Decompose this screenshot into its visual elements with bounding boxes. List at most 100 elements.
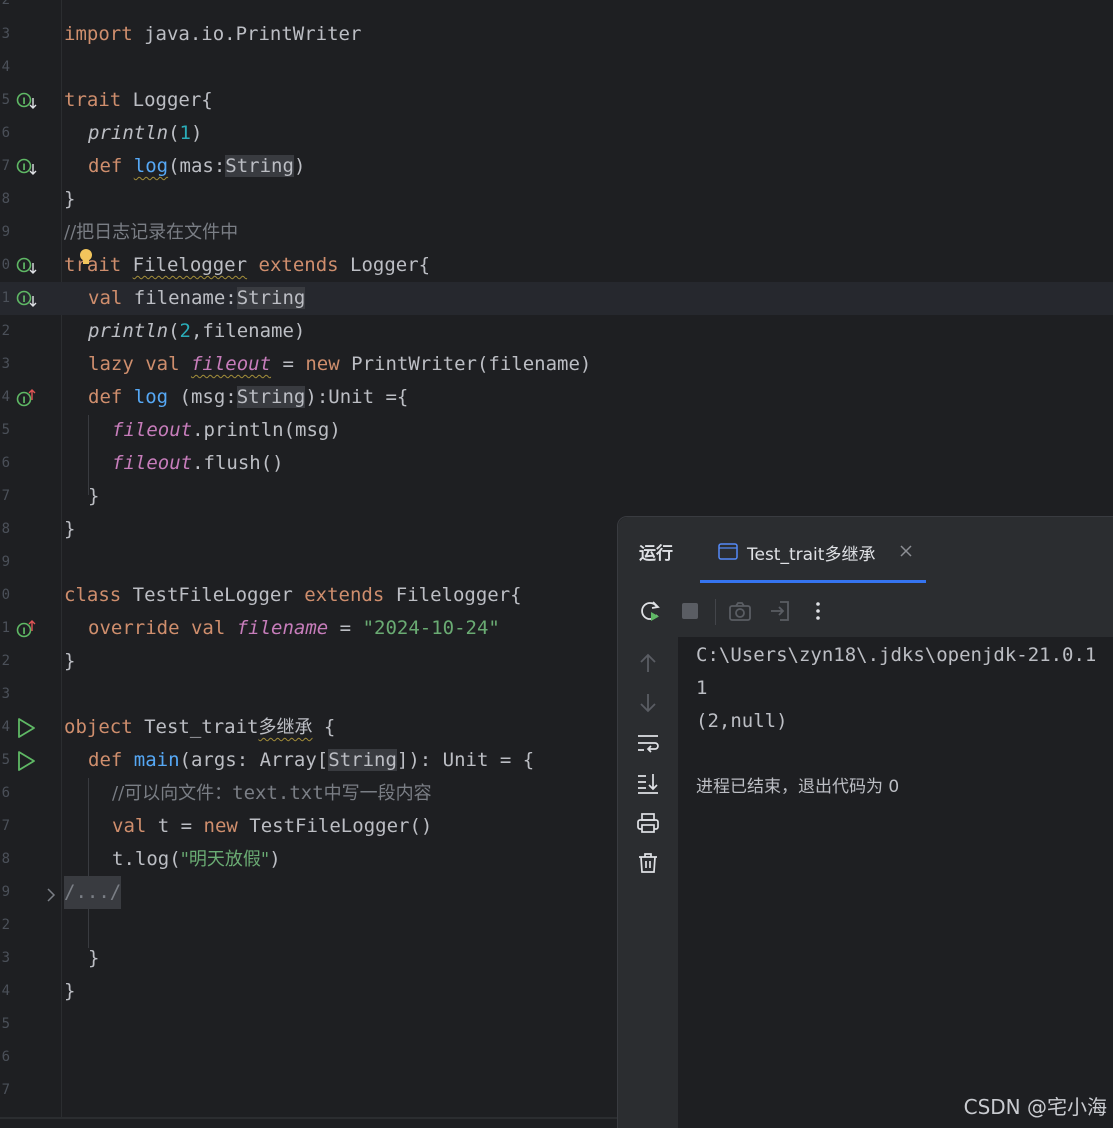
line-number: 5 [1,1016,10,1032]
arrow-up-icon[interactable] [636,651,660,675]
line-number: 1 [1,290,10,306]
code-text: lazy val fileout = new PrintWriter(filen… [88,353,592,375]
implemented-down-icon[interactable]: I [16,157,38,177]
code-line: 2 println(2,filename) [0,315,1113,348]
code-text: } [88,947,100,969]
line-number: 7 [1,158,10,174]
code-text: def main(args: Array[String]): Unit = { [88,749,535,771]
more-options-icon[interactable] [806,599,830,623]
line-number: 3 [1,26,10,42]
run-toolbar [618,583,1113,637]
console-tab-icon [718,543,738,560]
comment-text: //把日志记录在文件中 [64,222,239,243]
code-text: } [64,650,76,672]
line-number: 7 [1,488,10,504]
code-text: t.log("明天放假") [112,848,281,870]
comment-text: //可以向文件：text.txt中写一段内容 [112,782,432,804]
run-icon[interactable] [16,751,38,771]
implemented-down-icon[interactable]: I [16,256,38,276]
console-line: (2,null) [696,710,788,732]
console-line: C:\Users\zyn18\.jdks\openjdk-21.0.1 [696,644,1097,666]
print-icon[interactable] [636,811,660,835]
stop-icon[interactable] [678,599,702,623]
code-line: 2 [0,0,1113,17]
svg-text:I: I [22,163,25,173]
code-line: 8 } [0,183,1113,216]
lightbulb-icon[interactable] [78,248,94,266]
code-text: val t = new TestFileLogger() [112,815,433,837]
line-number: 5 [1,422,10,438]
editor-bottom-border [0,1117,620,1119]
code-line: 3 import java.io.PrintWriter [0,18,1113,51]
toolbar-separator [715,599,716,625]
line-number: 4 [1,983,10,999]
implemented-down-icon[interactable]: I [16,91,38,111]
line-number: 5 [1,92,10,108]
code-line: 3 lazy val fileout = new PrintWriter(fil… [0,348,1113,381]
svg-text:I: I [22,295,25,305]
soft-wrap-icon[interactable] [636,731,660,755]
code-text: fileout.flush() [112,452,284,474]
line-number: 6 [1,785,10,801]
line-number: 1 [1,620,10,636]
svg-text:I: I [22,396,25,406]
svg-text:I: I [22,627,25,637]
implements-up-icon[interactable]: I [16,388,38,408]
line-number: 4 [1,59,10,75]
code-text: object Test_trait多继承 { [64,716,336,738]
console-output[interactable]: C:\Users\zyn18\.jdks\openjdk-21.0.1 1 (2… [696,637,1113,1117]
code-text: } [88,485,100,507]
rerun-icon[interactable] [638,599,662,623]
watermark: CSDN @宅小海 [963,1095,1107,1119]
code-text: } [64,980,76,1002]
close-icon[interactable] [898,543,914,559]
code-text: trait Logger{ [64,89,213,111]
scroll-to-end-icon[interactable] [636,771,660,795]
exit-icon[interactable] [768,599,792,623]
run-icon[interactable] [16,718,38,738]
overrides-up-icon[interactable]: I [16,619,38,639]
svg-text:I: I [22,262,25,272]
implemented-down-icon[interactable]: I [16,289,38,309]
code-line: 6 fileout.flush() [0,447,1113,480]
line-number: 0 [1,587,10,603]
trash-icon[interactable] [636,851,660,875]
code-text: override val filename = "2024-10-24" [88,617,500,639]
arrow-down-icon[interactable] [636,691,660,715]
camera-icon[interactable] [728,599,752,623]
console-line: 1 [696,677,708,699]
line-number: 2 [1,0,10,8]
console-side-toolbar [618,637,678,1128]
run-header: 运行 Test_trait多继承 [618,517,1113,583]
code-text: import java.io.PrintWriter [64,23,362,45]
folded-code-block[interactable]: /.../ [64,876,122,909]
line-number: 3 [1,356,10,372]
code-text: def log (msg:String):Unit ={ [88,386,409,408]
code-line: 7 } [0,480,1113,513]
line-number: 4 [1,389,10,405]
tab-label: Test_trait多继承 [747,545,876,565]
code-text: class TestFileLogger extends Filelogger{ [64,584,522,606]
run-tool-window: 运行 Test_trait多继承 C:\Users\zyn18\.jdks\op… [617,516,1113,1128]
ide-window: 2 3 import java.io.PrintWriter 4 5 I tra… [0,0,1113,1128]
line-number: 0 [1,257,10,273]
line-number: 8 [1,191,10,207]
line-number: 9 [1,884,10,900]
line-number: 2 [1,323,10,339]
line-number: 9 [1,554,10,570]
line-number: 5 [1,752,10,768]
line-number: 3 [1,686,10,702]
code-line: 9 //把日志记录在文件中 [0,216,1113,249]
code-text: def log(mas:String) [88,155,306,177]
fold-chevron-icon[interactable] [44,885,58,905]
line-number: 6 [1,1049,10,1065]
line-number: 4 [1,719,10,735]
code-line: 0 I trait Filelogger extends Logger{ [0,249,1113,282]
tab-run-config[interactable]: Test_trait多继承 [700,517,926,583]
line-number: 7 [1,1082,10,1098]
line-number: 7 [1,818,10,834]
code-text: } [64,518,76,540]
line-number: 3 [1,950,10,966]
code-line: 6 println(1) [0,117,1113,150]
line-number: 6 [1,455,10,471]
